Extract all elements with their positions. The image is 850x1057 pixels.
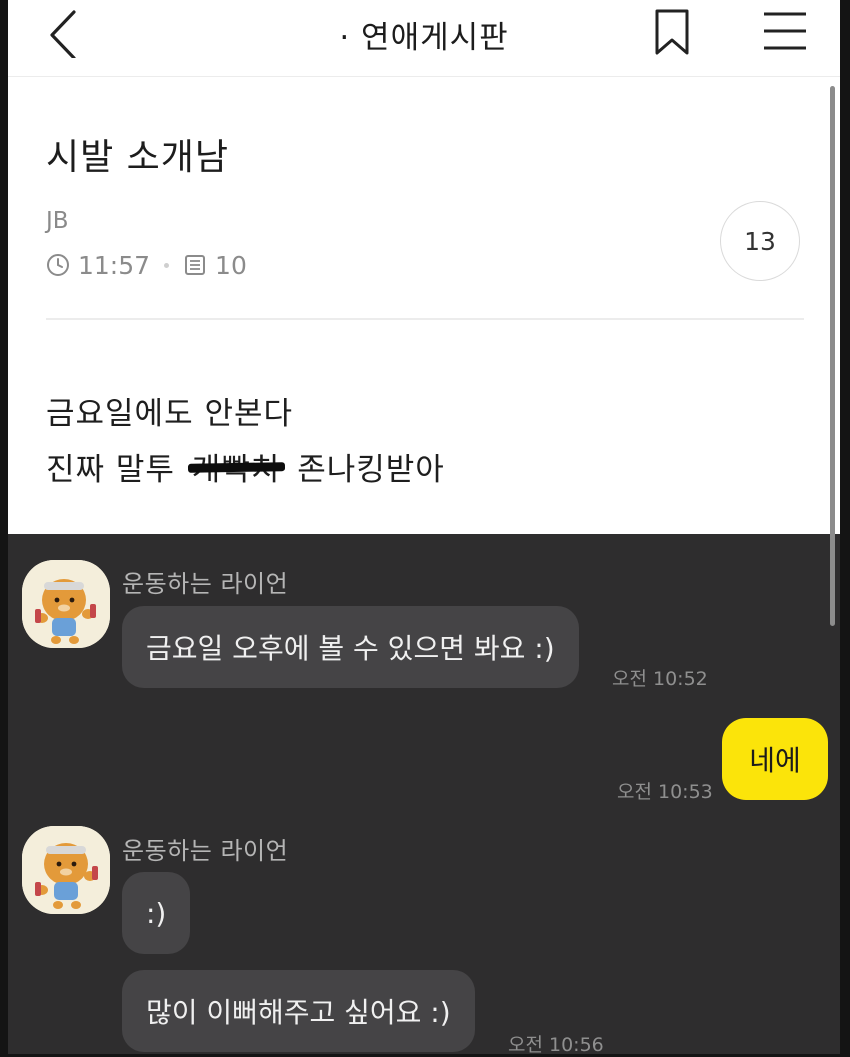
post-title: 시발 소개남 xyxy=(46,137,230,178)
post-time: 11:57 xyxy=(78,250,151,280)
scribbled-out-text: 개빡치 xyxy=(192,444,281,489)
chat-screenshot: 운동하는 라이언 금요일 오후에 볼 수 있으면 봐요 :) 오전 10:52 … xyxy=(8,534,840,1056)
scrollbar[interactable] xyxy=(830,86,835,626)
divider xyxy=(46,318,804,320)
bookmark-button[interactable] xyxy=(650,7,694,57)
sender-name: 운동하는 라이언 xyxy=(122,837,289,865)
avatar xyxy=(22,560,110,648)
bookmark-icon xyxy=(655,9,689,55)
lion-character-icon xyxy=(22,560,110,648)
message-time: 오전 10:53 xyxy=(617,781,713,803)
document-icon xyxy=(185,255,206,275)
message-bubble-incoming[interactable]: 금요일 오후에 볼 수 있으면 봐요 :) xyxy=(122,606,579,688)
post-view-count: 10 xyxy=(215,250,247,280)
message-bubble-outgoing[interactable]: 네에 xyxy=(722,718,828,800)
lion-character-icon xyxy=(22,826,110,914)
post-area: · 연애게시판 시발 소개남 JB 11:57 10 13 금요일에도 안본다 … xyxy=(8,0,840,534)
message-time: 오전 10:56 xyxy=(508,1034,604,1056)
clock-icon xyxy=(47,254,69,276)
message-bubble-incoming[interactable]: :) xyxy=(122,872,191,954)
post-body-line: 진짜 말투 개빡치 존나킹받아 xyxy=(46,444,445,489)
post-body-text: 진짜 말투 xyxy=(46,452,175,488)
post-author: JB xyxy=(46,208,69,234)
meta-separator xyxy=(164,262,170,268)
top-bar: · 연애게시판 xyxy=(8,0,840,77)
post-body-line: 금요일에도 안본다 xyxy=(46,396,294,432)
message-time: 오전 10:52 xyxy=(612,668,708,690)
board-title: · 연애게시판 xyxy=(339,20,509,56)
sender-name: 운동하는 라이언 xyxy=(122,570,289,598)
menu-button[interactable] xyxy=(760,8,810,54)
hamburger-menu-icon xyxy=(764,12,806,50)
post-body-text: 존나킹받아 xyxy=(297,452,445,488)
message-bubble-incoming[interactable]: 많이 이뻐해주고 싶어요 :) xyxy=(122,970,475,1052)
comment-count-button[interactable]: 13 xyxy=(720,201,800,281)
post-meta: 11:57 10 xyxy=(46,248,247,282)
app-frame: · 연애게시판 시발 소개남 JB 11:57 10 13 금요일에도 안본다 … xyxy=(8,0,840,1056)
avatar xyxy=(22,826,110,914)
